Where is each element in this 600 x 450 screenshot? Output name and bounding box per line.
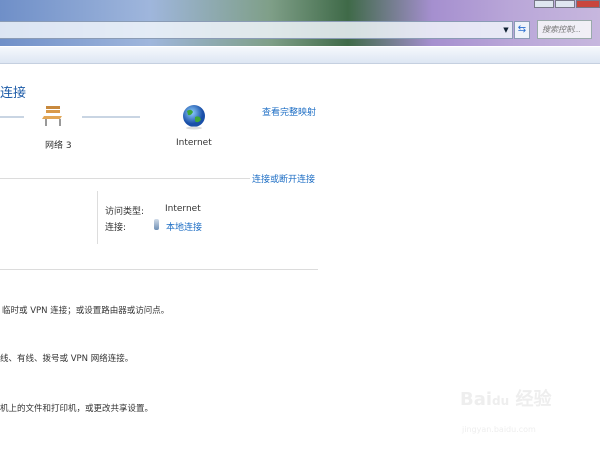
close-button[interactable]	[576, 0, 600, 8]
watermark-url: jingyan.baidu.com	[462, 425, 536, 434]
divider	[0, 269, 318, 270]
connection-label: 连接:	[105, 223, 127, 233]
map-connector	[82, 116, 140, 118]
access-type-label: 访问类型:	[105, 207, 145, 217]
map-connector	[0, 116, 24, 118]
bench-network-icon[interactable]	[42, 104, 64, 128]
address-bar[interactable]	[0, 21, 513, 39]
chevron-down-icon[interactable]: ▼	[500, 24, 512, 36]
divider	[0, 178, 250, 179]
maximize-button[interactable]	[555, 0, 575, 8]
window-controls	[533, 0, 600, 8]
vertical-divider	[97, 191, 98, 244]
task-description: 线、有线、拨号或 VPN 网络连接。	[0, 354, 134, 364]
connect-disconnect-link[interactable]: 连接或断开连接	[252, 172, 315, 185]
network-label: 网络 3	[45, 141, 72, 151]
task-description: 临时或 VPN 连接；或设置路由器或访问点。	[2, 306, 170, 316]
access-type-value: Internet	[165, 204, 201, 214]
watermark-logo: Baidu 经验	[460, 389, 552, 410]
local-connection-link[interactable]: 本地连接	[166, 220, 202, 233]
globe-icon[interactable]	[182, 104, 206, 130]
view-full-map-link[interactable]: 查看完整映射	[262, 105, 316, 118]
refresh-icon[interactable]: ⇆	[514, 21, 530, 39]
internet-label: Internet	[176, 138, 212, 148]
toolbar	[0, 47, 600, 64]
task-description: 机上的文件和打印机，或更改共享设置。	[0, 404, 154, 414]
minimize-button[interactable]	[534, 0, 554, 8]
ethernet-icon	[154, 219, 159, 230]
search-input[interactable]	[537, 20, 592, 39]
section-title: 连接	[0, 86, 27, 101]
